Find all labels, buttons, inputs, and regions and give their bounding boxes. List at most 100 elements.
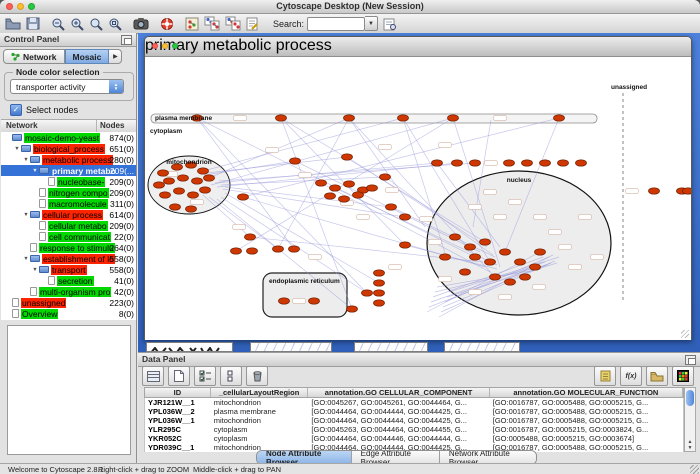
network-node[interactable] [204, 175, 215, 181]
network-node[interactable] [186, 206, 197, 212]
network-node[interactable] [374, 270, 385, 276]
network-node[interactable] [448, 115, 459, 121]
annotation-icon[interactable] [246, 16, 259, 32]
zoom-selected-icon[interactable] [89, 16, 103, 32]
network-node[interactable] [500, 249, 511, 255]
network-node[interactable] [470, 160, 481, 166]
minimize-view-icon[interactable] [162, 43, 168, 49]
attr-table-header[interactable]: ID_cellularLayoutRegionannotation.GO CEL… [144, 387, 684, 398]
heatmap-icon[interactable] [672, 366, 694, 386]
node-color-dropdown[interactable]: transporter activity ▲▼ [10, 79, 124, 94]
network-node[interactable] [344, 181, 355, 187]
network-node[interactable] [400, 214, 411, 220]
network-node[interactable] [339, 196, 350, 202]
background-window-1[interactable] [146, 342, 233, 352]
network-node[interactable] [238, 194, 249, 200]
select-attributes-icon[interactable] [194, 366, 216, 386]
network-node[interactable] [530, 264, 541, 270]
network-view-window[interactable]: primary metabolic process plasma membran… [144, 36, 692, 340]
import-attributes-icon[interactable] [646, 366, 668, 386]
tree-row-transport[interactable]: ▼transport558(0) [1, 264, 136, 275]
tree-row-cell-communicat[interactable]: ▼cell communicat22(0) [1, 231, 136, 242]
network-node[interactable] [440, 254, 451, 260]
network-node[interactable] [344, 115, 355, 121]
float-panel-icon[interactable] [121, 35, 132, 45]
tree-row-nucleobase-[interactable]: ▼nucleobase-209(0) [1, 176, 136, 187]
tree-row-primary-metabo[interactable]: ▼primary metabo209(... [1, 165, 136, 176]
app-resize-grip[interactable] [690, 465, 699, 474]
tree-row-overview[interactable]: ▼Overview8(0) [1, 308, 136, 319]
network-node[interactable] [342, 154, 353, 160]
network-node[interactable] [485, 259, 496, 265]
expand-arrow-icon[interactable]: ▼ [13, 146, 21, 152]
network-node[interactable] [178, 175, 189, 181]
unselect-attributes-icon[interactable] [220, 366, 242, 386]
network-node[interactable] [374, 290, 385, 296]
network-node[interactable] [535, 249, 546, 255]
network-node[interactable] [450, 234, 461, 240]
network-node[interactable] [452, 160, 463, 166]
network-overview-icon[interactable] [185, 16, 199, 32]
network-node[interactable] [353, 192, 364, 198]
column-header[interactable]: annotation.GO CELLULAR_COMPONENT [308, 388, 489, 397]
new-attribute-icon[interactable] [168, 366, 190, 386]
network-node[interactable] [164, 178, 175, 184]
network-node[interactable] [347, 306, 358, 312]
tree-row-response-to-stimulu[interactable]: ▼response to stimulu264(0) [1, 242, 136, 253]
zoom-out-icon[interactable] [51, 16, 65, 32]
network-node[interactable] [398, 115, 409, 121]
attribute-batch-icon[interactable] [594, 366, 616, 386]
network-node[interactable] [470, 254, 481, 260]
region-plasma-membrane[interactable] [151, 114, 597, 123]
network-node[interactable] [198, 168, 209, 174]
network-node[interactable] [465, 244, 476, 250]
table-row[interactable]: YJR121W__1mitochondrion[GO:0045267, GO:0… [144, 398, 684, 407]
enhanced-search-icon[interactable] [383, 16, 397, 32]
network-node[interactable] [505, 279, 516, 285]
network-node[interactable] [380, 174, 391, 180]
network-node[interactable] [374, 300, 385, 306]
network-node[interactable] [309, 298, 320, 304]
tab-mosaic[interactable]: Mosaic [65, 49, 110, 64]
network-node[interactable] [522, 160, 533, 166]
network-window-titlebar[interactable]: primary metabolic process [145, 37, 691, 57]
delete-attribute-icon[interactable] [246, 366, 268, 386]
network-node[interactable] [279, 298, 290, 304]
network-node[interactable] [276, 115, 287, 121]
table-row[interactable]: YPL036W__2plasma membrane[GO:0044464, GO… [144, 407, 684, 416]
window-resize-grip[interactable] [681, 330, 689, 338]
table-row[interactable]: YLR295Ccytoplasm[GO:0045263, GO:0044464,… [144, 425, 684, 434]
tree-row-multi-organism-pro[interactable]: ▼multi-organism pro42(0) [1, 286, 136, 297]
tree-row-secretion[interactable]: ▼secretion41(0) [1, 275, 136, 286]
save-session-icon[interactable] [26, 16, 40, 32]
open-session-icon[interactable] [5, 16, 21, 32]
tree-row-establishment-of-lo[interactable]: ▼establishment of lo558(0) [1, 253, 136, 264]
network-node[interactable] [170, 204, 181, 210]
column-header[interactable]: ID [145, 388, 211, 397]
column-header[interactable]: annotation.GO MOLECULAR_FUNCTION [490, 388, 683, 397]
network-node[interactable] [273, 246, 284, 252]
network-node[interactable] [158, 170, 169, 176]
search-dropdown-icon[interactable]: ▼ [365, 16, 378, 31]
network-node[interactable] [154, 182, 165, 188]
network-node[interactable] [290, 158, 301, 164]
network-node[interactable] [325, 193, 336, 199]
expand-arrow-icon[interactable]: ▼ [22, 256, 30, 262]
network-node[interactable] [576, 160, 587, 166]
network-node[interactable] [649, 188, 660, 194]
network-node[interactable] [245, 234, 256, 240]
close-view-icon[interactable] [152, 43, 158, 49]
tree-row-cellular-process[interactable]: ▼cellular process614(0) [1, 209, 136, 220]
help-icon[interactable] [160, 16, 174, 32]
network-node[interactable] [460, 269, 471, 275]
app-titlebar[interactable]: Cytoscape Desktop (New Session) [0, 0, 700, 14]
network-node[interactable] [367, 185, 378, 191]
network-node[interactable] [554, 115, 565, 121]
birdseye-view-panel[interactable] [7, 325, 131, 455]
scrollbar-arrows-icon[interactable]: ▲▼ [685, 439, 695, 451]
expand-arrow-icon[interactable]: ▼ [22, 157, 30, 163]
network-node[interactable] [231, 248, 242, 254]
tab-overflow-arrow-icon[interactable]: ▶ [109, 49, 122, 64]
network-node[interactable] [188, 192, 199, 198]
network-node[interactable] [540, 160, 551, 166]
